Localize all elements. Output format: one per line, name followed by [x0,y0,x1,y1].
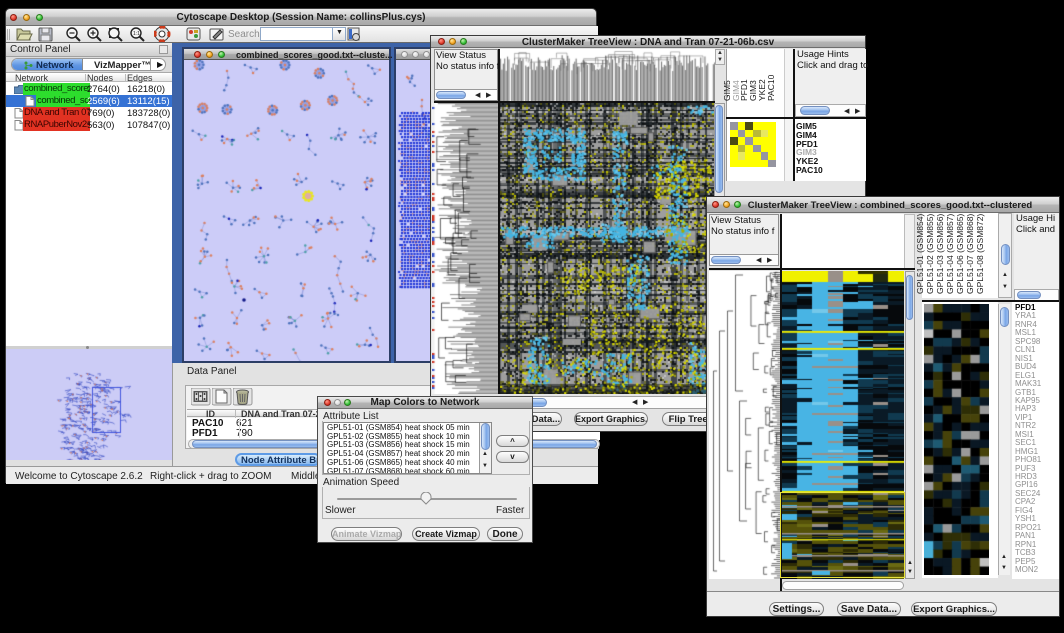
svg-text:1:1: 1:1 [133,31,140,37]
